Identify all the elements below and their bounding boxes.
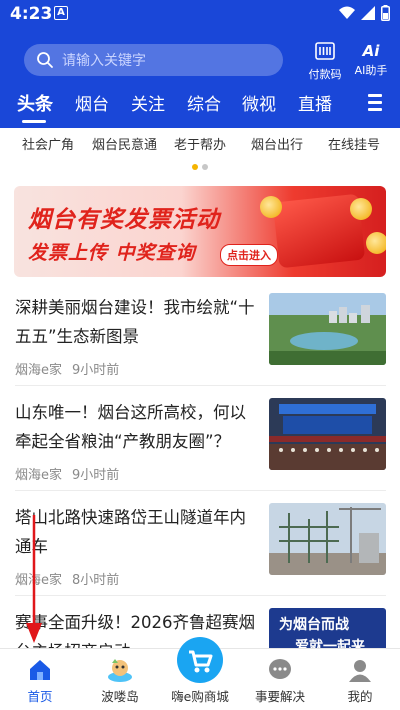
- news-thumbnail: [269, 293, 386, 365]
- status-time: 4:23: [10, 4, 53, 24]
- active-tab-indicator: [22, 120, 46, 123]
- quick-link-registration[interactable]: 在线挂号: [328, 134, 380, 153]
- ai-assistant-button[interactable]: Ai AI助手: [349, 42, 393, 78]
- tab-live[interactable]: 直播: [298, 90, 332, 115]
- ai-assistant-label: AI助手: [354, 64, 388, 77]
- news-meta: 烟海e家 9小时前: [15, 464, 119, 483]
- news-item[interactable]: 塔山北路快速路岱王山隧道年内通车 烟海e家 8小时前: [0, 491, 400, 596]
- wifi-icon: [339, 6, 355, 19]
- tab-toutiao[interactable]: 头条: [17, 90, 53, 116]
- tab-yantai[interactable]: 烟台: [75, 90, 109, 115]
- quick-link-public-opinion[interactable]: 烟台民意通: [92, 134, 157, 153]
- news-thumbnail: [269, 503, 386, 575]
- status-bar: 4:23 A: [0, 0, 400, 28]
- home-icon: [30, 660, 50, 680]
- news-source: 烟海e家: [15, 468, 62, 483]
- app-header: 4:23 A 请输入关键字 付款码 Ai AI助手 头条 烟台 关注 综合 微视…: [0, 0, 400, 128]
- news-source: 烟海e家: [15, 363, 62, 378]
- coin-icon: [260, 196, 282, 218]
- bottom-nav-profile[interactable]: 我的: [320, 649, 400, 710]
- shopping-cart-icon: [177, 637, 223, 683]
- news-time: 9小时前: [72, 363, 120, 378]
- bottom-nav-label: 首页: [27, 689, 53, 704]
- news-time: 9小时前: [72, 468, 120, 483]
- chat-bubble-icon: [269, 659, 291, 679]
- pay-code-label: 付款码: [308, 68, 342, 81]
- news-thumbnail: [269, 398, 386, 470]
- news-feed: 烟台有奖发票活动 发票上传 中奖查询 点击进入 深耕美丽烟台建设！我市绘就“十五…: [0, 178, 400, 668]
- thumbnail-text: 为烟台而战: [279, 617, 349, 633]
- page-dot: [202, 164, 208, 170]
- bottom-nav: 首页 波喽岛 嗨e购商城 事要解决 我的: [0, 637, 400, 710]
- island-icon: [108, 659, 132, 682]
- banner-title: 烟台有奖发票活动: [28, 207, 220, 233]
- news-title: 山东唯一！烟台这所高校，何以牵起全省粮油“产教朋友圈”？: [15, 403, 246, 451]
- notification-a-icon: A: [54, 6, 68, 20]
- search-placeholder: 请输入关键字: [62, 53, 146, 69]
- news-item[interactable]: 山东唯一！烟台这所高校，何以牵起全省粮油“产教朋友圈”？ 烟海e家 9小时前: [0, 386, 400, 491]
- quick-link-social[interactable]: 社会广角: [22, 134, 74, 153]
- news-title: 塔山北路快速路岱王山隧道年内通车: [15, 508, 246, 556]
- barcode-icon: [315, 42, 335, 60]
- battery-icon: [381, 5, 390, 21]
- quick-links: 社会广角 烟台民意通 老于帮办 烟台出行 在线挂号: [0, 128, 400, 178]
- channel-menu-icon[interactable]: [368, 94, 382, 115]
- signal-icon: [361, 6, 375, 20]
- bottom-nav-home[interactable]: 首页: [0, 649, 80, 710]
- red-arrow-annotation: [26, 515, 42, 643]
- coin-icon: [366, 232, 386, 254]
- news-title: 深耕美丽烟台建设！我市绘就“十五五”生态新图景: [15, 298, 255, 346]
- page-indicator: [192, 164, 208, 170]
- bottom-nav-mall[interactable]: 嗨e购商城: [160, 637, 240, 710]
- quick-link-help[interactable]: 老于帮办: [174, 134, 226, 153]
- pay-code-button[interactable]: 付款码: [303, 42, 347, 82]
- invoice-banner[interactable]: 烟台有奖发票活动 发票上传 中奖查询 点击进入: [14, 186, 386, 277]
- search-icon: [37, 52, 53, 68]
- bottom-nav-label: 嗨e购商城: [171, 689, 229, 704]
- news-time: 8小时前: [72, 573, 120, 588]
- status-icons: [339, 5, 390, 21]
- bottom-nav-island[interactable]: 波喽岛: [80, 649, 160, 710]
- news-meta: 烟海e家 9小时前: [15, 359, 119, 378]
- channel-tabs: 头条 烟台 关注 综合 微视 直播: [0, 90, 400, 126]
- bottom-nav-label: 波喽岛: [101, 689, 139, 704]
- banner-subtitle: 发票上传 中奖查询: [28, 242, 196, 264]
- bottom-nav-label: 事要解决: [254, 689, 305, 704]
- bottom-nav-affairs[interactable]: 事要解决: [240, 649, 320, 710]
- bottom-nav-label: 我的: [347, 689, 373, 704]
- news-item[interactable]: 深耕美丽烟台建设！我市绘就“十五五”生态新图景 烟海e家 9小时前: [0, 281, 400, 386]
- coin-icon: [350, 198, 372, 220]
- search-input[interactable]: 请输入关键字: [24, 44, 283, 76]
- tab-microvideo[interactable]: 微视: [242, 90, 276, 115]
- tab-general[interactable]: 综合: [187, 90, 221, 115]
- quick-link-travel[interactable]: 烟台出行: [251, 134, 303, 153]
- page-dot-active: [192, 164, 198, 170]
- tab-follow[interactable]: 关注: [131, 90, 165, 115]
- profile-icon: [349, 660, 371, 682]
- ai-icon: Ai: [362, 42, 380, 60]
- banner-enter-button[interactable]: 点击进入: [220, 244, 278, 266]
